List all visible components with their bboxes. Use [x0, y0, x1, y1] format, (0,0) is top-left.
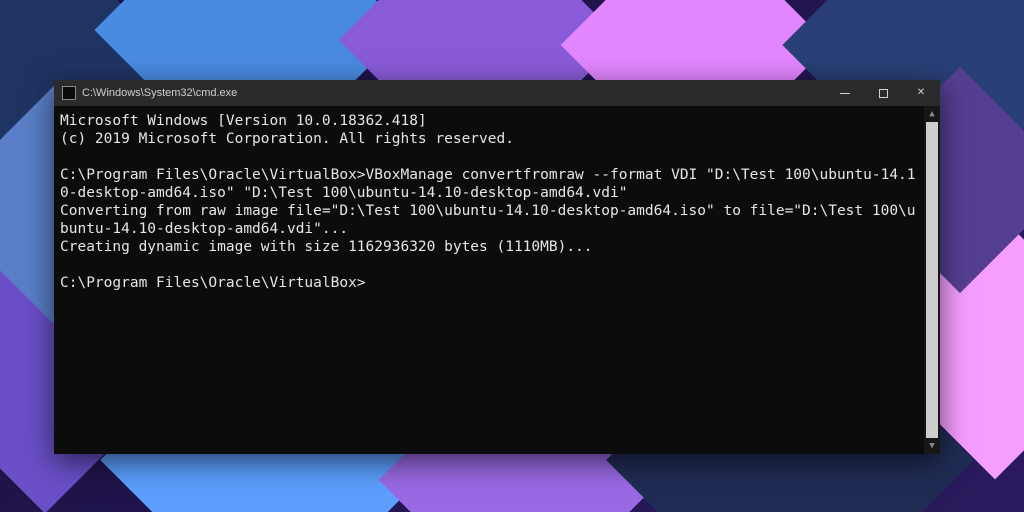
prompt-path: C:\Program Files\Oracle\VirtualBox>	[60, 275, 366, 291]
vertical-scrollbar[interactable]: ▲ ▼	[924, 106, 940, 454]
header-line: (c) 2019 Microsoft Corporation. All righ…	[60, 131, 514, 147]
close-button[interactable]: ✕	[902, 80, 940, 106]
maximize-button[interactable]	[864, 80, 902, 106]
cmd-icon	[62, 86, 76, 100]
close-icon: ✕	[917, 88, 925, 98]
header-line: Microsoft Windows [Version 10.0.18362.41…	[60, 113, 427, 129]
minimize-button[interactable]	[826, 80, 864, 106]
scroll-up-icon[interactable]: ▲	[924, 106, 940, 122]
output-line: Converting from raw image file="D:\Test …	[60, 203, 916, 237]
maximize-icon	[879, 89, 888, 98]
terminal-output[interactable]: Microsoft Windows [Version 10.0.18362.41…	[54, 106, 924, 454]
scroll-down-icon[interactable]: ▼	[924, 438, 940, 454]
minimize-icon	[840, 93, 850, 94]
output-line: Creating dynamic image with size 1162936…	[60, 239, 593, 255]
scrollbar-thumb[interactable]	[926, 122, 938, 438]
prompt-path: C:\Program Files\Oracle\VirtualBox>	[60, 167, 366, 183]
cmd-window: C:\Windows\System32\cmd.exe ✕ Microsoft …	[54, 80, 940, 454]
window-title: C:\Windows\System32\cmd.exe	[82, 87, 237, 99]
scrollbar-track[interactable]	[924, 122, 940, 438]
titlebar[interactable]: C:\Windows\System32\cmd.exe ✕	[54, 80, 940, 106]
